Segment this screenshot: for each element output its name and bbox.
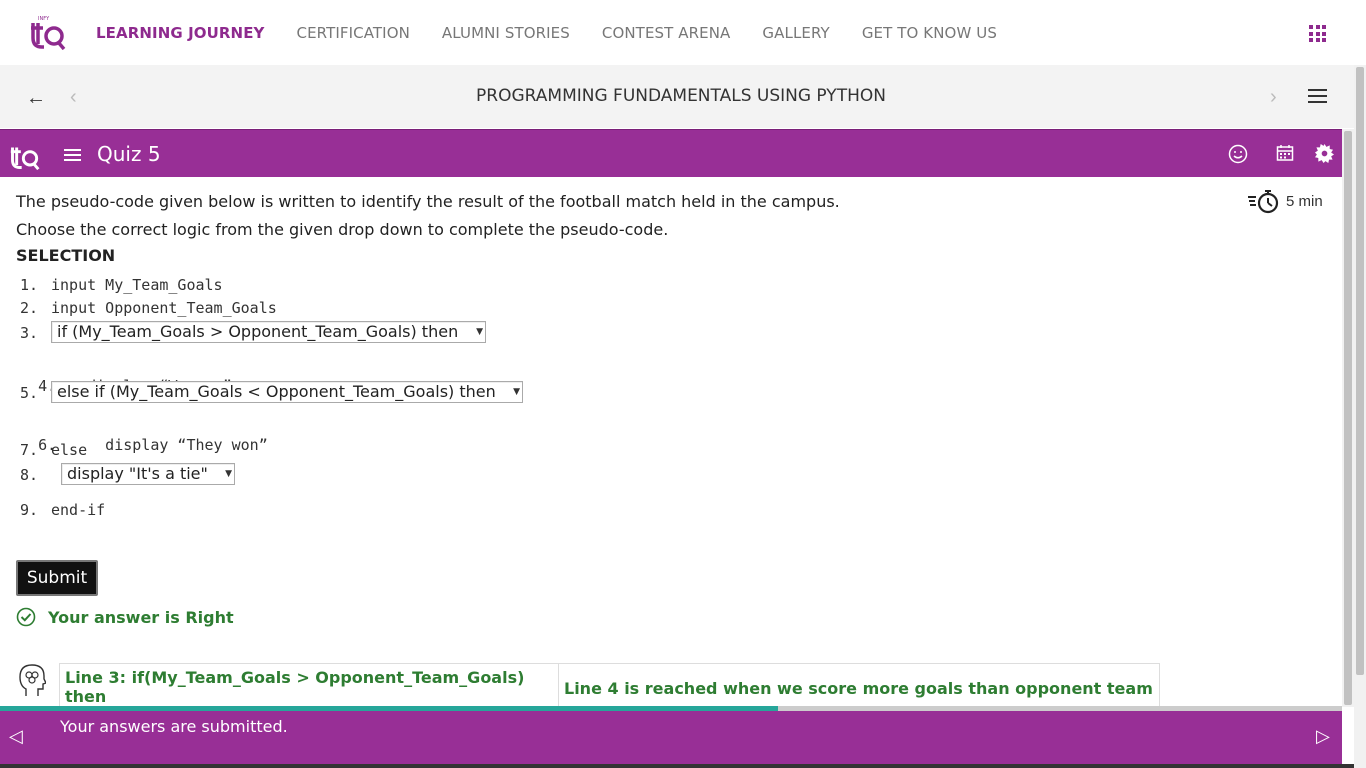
brain-head-icon	[19, 664, 46, 696]
line-5-dropdown[interactable]: else if (My_Team_Goals < Opponent_Team_G…	[51, 381, 523, 403]
quiz-header: Quiz 5	[0, 129, 1342, 177]
gear-icon[interactable]	[1315, 144, 1334, 163]
timer: 5 min	[1248, 188, 1323, 214]
triangle-right-icon[interactable]: ▷	[1316, 726, 1330, 747]
code-text: input My_Team_Goals	[51, 276, 223, 294]
smiley-icon[interactable]	[1228, 144, 1248, 164]
line-number: 5.	[20, 384, 39, 402]
code-text: input Opponent_Team_Goals	[51, 299, 277, 317]
quiz-menu-icon[interactable]	[64, 149, 81, 164]
stopwatch-icon	[1248, 190, 1279, 214]
line-number: 3.	[20, 324, 39, 342]
hamburger-icon[interactable]	[1308, 89, 1327, 103]
chevron-right-icon[interactable]: ›	[1270, 86, 1277, 109]
quiz-title: Quiz 5	[97, 142, 161, 166]
code-text: else	[51, 441, 88, 459]
dropdown-arrow-icon: ▼	[225, 469, 232, 479]
check-circle-icon	[16, 607, 36, 627]
nav-gallery[interactable]: GALLERY	[762, 24, 829, 42]
line-number: 9.	[20, 501, 39, 519]
explanation-cell-reason: Line 4 is reached when we score more goa…	[558, 663, 1160, 711]
line-number: 7.	[20, 441, 39, 459]
line-number: 1.	[20, 276, 39, 294]
infytq-logo-white	[10, 147, 40, 170]
explanation-cell-line: Line 3: if(My_Team_Goals > Opponent_Team…	[59, 663, 559, 711]
code-line-2: 2. input Opponent_Team_Goals	[20, 299, 277, 317]
line-number: 2.	[20, 299, 39, 317]
question-area: The pseudo-code given below is written t…	[16, 188, 1336, 265]
footer-message: Your answers are submitted.	[60, 717, 288, 736]
nav-alumni-stories[interactable]: ALUMNI STORIES	[442, 24, 570, 42]
code-line-3: 3.	[20, 324, 51, 342]
dropdown-arrow-icon: ▼	[513, 387, 520, 397]
nav-learning-journey[interactable]: LEARNING JOURNEY	[96, 24, 265, 42]
nav-contest-arena[interactable]: CONTEST ARENA	[602, 24, 731, 42]
top-nav: INFY LEARNING JOURNEY CERTIFICATION ALUM…	[0, 0, 1366, 65]
code-line-7: 7. else	[20, 441, 87, 459]
line-number: 8.	[20, 466, 39, 484]
submit-button[interactable]: Submit	[16, 560, 98, 596]
nav-certification[interactable]: CERTIFICATION	[297, 24, 410, 42]
dropdown-arrow-icon: ▼	[476, 327, 483, 337]
svg-text:INFY: INFY	[38, 16, 50, 22]
code-line-9: 9. end-if	[20, 501, 105, 519]
question-heading: SELECTION	[16, 246, 116, 265]
code-line-8: 8.	[20, 466, 51, 484]
footer-bar: ◁ Your answers are submitted. ▷	[0, 711, 1342, 764]
bottom-border	[0, 764, 1354, 768]
line-3-dropdown[interactable]: if (My_Team_Goals > Opponent_Team_Goals)…	[51, 321, 486, 343]
question-line-2: Choose the correct logic from the given …	[16, 220, 669, 239]
timer-value: 5 min	[1286, 192, 1323, 210]
question-line-1: The pseudo-code given below is written t…	[16, 192, 840, 211]
course-title: PROGRAMMING FUNDAMENTALS USING PYTHON	[476, 86, 886, 106]
line-5-selected: else if (My_Team_Goals < Opponent_Team_G…	[57, 382, 496, 401]
nav-get-to-know-us[interactable]: GET TO KNOW US	[862, 24, 997, 42]
triangle-left-icon[interactable]: ◁	[9, 726, 23, 747]
result-message: Your answer is Right	[16, 607, 234, 627]
code-text: display “They won”	[69, 436, 268, 454]
calendar-icon[interactable]	[1276, 144, 1294, 162]
content-scrollbar-thumb[interactable]	[1344, 131, 1352, 705]
table-row: Line 3: if(My_Team_Goals > Opponent_Team…	[59, 663, 1160, 711]
line-8-selected: display "It's a tie"	[67, 464, 208, 483]
infytq-logo[interactable]: INFY	[30, 14, 66, 50]
explanation-table: Line 3: if(My_Team_Goals > Opponent_Team…	[59, 663, 1160, 711]
code-text: end-if	[51, 501, 106, 519]
code-line-5: 5.	[20, 384, 51, 402]
line-8-dropdown[interactable]: display "It's a tie" ▼	[61, 463, 235, 485]
page-scrollbar-thumb[interactable]	[1356, 67, 1364, 675]
code-line-1: 1. input My_Team_Goals	[20, 276, 223, 294]
result-text: Your answer is Right	[48, 607, 234, 627]
line-3-selected: if (My_Team_Goals > Opponent_Team_Goals)…	[57, 322, 459, 341]
grid-apps-icon[interactable]	[1309, 25, 1326, 42]
